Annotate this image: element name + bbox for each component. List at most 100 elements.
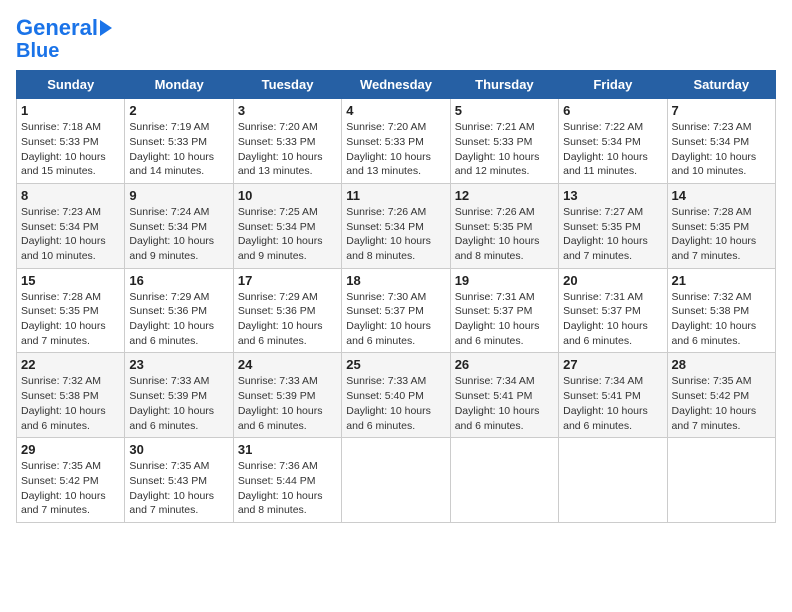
day-info: Sunrise: 7:35 AM Sunset: 5:42 PM Dayligh… xyxy=(672,374,771,433)
calendar-cell: 1 Sunrise: 7:18 AM Sunset: 5:33 PM Dayli… xyxy=(17,99,125,184)
calendar-cell: 12 Sunrise: 7:26 AM Sunset: 5:35 PM Dayl… xyxy=(450,183,558,268)
day-info: Sunrise: 7:26 AM Sunset: 5:35 PM Dayligh… xyxy=(455,205,554,264)
day-info: Sunrise: 7:21 AM Sunset: 5:33 PM Dayligh… xyxy=(455,120,554,179)
day-number: 31 xyxy=(238,442,337,457)
day-number: 5 xyxy=(455,103,554,118)
day-number: 7 xyxy=(672,103,771,118)
day-info: Sunrise: 7:28 AM Sunset: 5:35 PM Dayligh… xyxy=(672,205,771,264)
calendar-cell: 25 Sunrise: 7:33 AM Sunset: 5:40 PM Dayl… xyxy=(342,353,450,438)
day-info: Sunrise: 7:23 AM Sunset: 5:34 PM Dayligh… xyxy=(21,205,120,264)
day-info: Sunrise: 7:27 AM Sunset: 5:35 PM Dayligh… xyxy=(563,205,662,264)
day-info: Sunrise: 7:34 AM Sunset: 5:41 PM Dayligh… xyxy=(563,374,662,433)
logo-text: General xyxy=(16,16,98,40)
day-number: 21 xyxy=(672,273,771,288)
day-number: 22 xyxy=(21,357,120,372)
calendar-cell: 30 Sunrise: 7:35 AM Sunset: 5:43 PM Dayl… xyxy=(125,438,233,523)
day-number: 15 xyxy=(21,273,120,288)
calendar-cell: 26 Sunrise: 7:34 AM Sunset: 5:41 PM Dayl… xyxy=(450,353,558,438)
day-number: 10 xyxy=(238,188,337,203)
calendar-week-row: 8 Sunrise: 7:23 AM Sunset: 5:34 PM Dayli… xyxy=(17,183,776,268)
day-number: 8 xyxy=(21,188,120,203)
day-number: 28 xyxy=(672,357,771,372)
calendar-cell xyxy=(667,438,775,523)
day-number: 26 xyxy=(455,357,554,372)
calendar-cell: 7 Sunrise: 7:23 AM Sunset: 5:34 PM Dayli… xyxy=(667,99,775,184)
day-number: 1 xyxy=(21,103,120,118)
day-number: 11 xyxy=(346,188,445,203)
calendar-week-row: 22 Sunrise: 7:32 AM Sunset: 5:38 PM Dayl… xyxy=(17,353,776,438)
day-number: 30 xyxy=(129,442,228,457)
calendar-cell: 18 Sunrise: 7:30 AM Sunset: 5:37 PM Dayl… xyxy=(342,268,450,353)
calendar-cell: 22 Sunrise: 7:32 AM Sunset: 5:38 PM Dayl… xyxy=(17,353,125,438)
day-info: Sunrise: 7:29 AM Sunset: 5:36 PM Dayligh… xyxy=(238,290,337,349)
day-info: Sunrise: 7:32 AM Sunset: 5:38 PM Dayligh… xyxy=(672,290,771,349)
day-info: Sunrise: 7:30 AM Sunset: 5:37 PM Dayligh… xyxy=(346,290,445,349)
calendar-cell: 27 Sunrise: 7:34 AM Sunset: 5:41 PM Dayl… xyxy=(559,353,667,438)
calendar-cell: 23 Sunrise: 7:33 AM Sunset: 5:39 PM Dayl… xyxy=(125,353,233,438)
day-number: 24 xyxy=(238,357,337,372)
day-number: 25 xyxy=(346,357,445,372)
calendar-cell: 13 Sunrise: 7:27 AM Sunset: 5:35 PM Dayl… xyxy=(559,183,667,268)
calendar-day-header: Tuesday xyxy=(233,71,341,99)
day-info: Sunrise: 7:31 AM Sunset: 5:37 PM Dayligh… xyxy=(455,290,554,349)
day-info: Sunrise: 7:36 AM Sunset: 5:44 PM Dayligh… xyxy=(238,459,337,518)
day-number: 17 xyxy=(238,273,337,288)
calendar-header-row: SundayMondayTuesdayWednesdayThursdayFrid… xyxy=(17,71,776,99)
day-info: Sunrise: 7:33 AM Sunset: 5:39 PM Dayligh… xyxy=(129,374,228,433)
calendar-cell: 16 Sunrise: 7:29 AM Sunset: 5:36 PM Dayl… xyxy=(125,268,233,353)
calendar-cell: 29 Sunrise: 7:35 AM Sunset: 5:42 PM Dayl… xyxy=(17,438,125,523)
page-header: General Blue xyxy=(16,16,776,62)
calendar-cell xyxy=(342,438,450,523)
day-info: Sunrise: 7:28 AM Sunset: 5:35 PM Dayligh… xyxy=(21,290,120,349)
calendar-cell xyxy=(450,438,558,523)
calendar-day-header: Friday xyxy=(559,71,667,99)
calendar-week-row: 29 Sunrise: 7:35 AM Sunset: 5:42 PM Dayl… xyxy=(17,438,776,523)
day-info: Sunrise: 7:25 AM Sunset: 5:34 PM Dayligh… xyxy=(238,205,337,264)
day-number: 29 xyxy=(21,442,120,457)
calendar-cell: 28 Sunrise: 7:35 AM Sunset: 5:42 PM Dayl… xyxy=(667,353,775,438)
day-info: Sunrise: 7:29 AM Sunset: 5:36 PM Dayligh… xyxy=(129,290,228,349)
day-info: Sunrise: 7:24 AM Sunset: 5:34 PM Dayligh… xyxy=(129,205,228,264)
day-info: Sunrise: 7:33 AM Sunset: 5:40 PM Dayligh… xyxy=(346,374,445,433)
day-info: Sunrise: 7:35 AM Sunset: 5:43 PM Dayligh… xyxy=(129,459,228,518)
calendar-day-header: Saturday xyxy=(667,71,775,99)
day-info: Sunrise: 7:26 AM Sunset: 5:34 PM Dayligh… xyxy=(346,205,445,264)
day-info: Sunrise: 7:22 AM Sunset: 5:34 PM Dayligh… xyxy=(563,120,662,179)
calendar-day-header: Monday xyxy=(125,71,233,99)
calendar-cell: 20 Sunrise: 7:31 AM Sunset: 5:37 PM Dayl… xyxy=(559,268,667,353)
logo-arrow-icon xyxy=(100,20,112,36)
day-number: 19 xyxy=(455,273,554,288)
calendar-cell: 6 Sunrise: 7:22 AM Sunset: 5:34 PM Dayli… xyxy=(559,99,667,184)
calendar-cell: 15 Sunrise: 7:28 AM Sunset: 5:35 PM Dayl… xyxy=(17,268,125,353)
day-number: 23 xyxy=(129,357,228,372)
calendar-cell: 2 Sunrise: 7:19 AM Sunset: 5:33 PM Dayli… xyxy=(125,99,233,184)
day-number: 16 xyxy=(129,273,228,288)
day-info: Sunrise: 7:20 AM Sunset: 5:33 PM Dayligh… xyxy=(346,120,445,179)
day-info: Sunrise: 7:31 AM Sunset: 5:37 PM Dayligh… xyxy=(563,290,662,349)
day-info: Sunrise: 7:23 AM Sunset: 5:34 PM Dayligh… xyxy=(672,120,771,179)
day-info: Sunrise: 7:20 AM Sunset: 5:33 PM Dayligh… xyxy=(238,120,337,179)
calendar-cell: 11 Sunrise: 7:26 AM Sunset: 5:34 PM Dayl… xyxy=(342,183,450,268)
logo: General Blue xyxy=(16,16,112,62)
calendar-week-row: 15 Sunrise: 7:28 AM Sunset: 5:35 PM Dayl… xyxy=(17,268,776,353)
calendar-day-header: Sunday xyxy=(17,71,125,99)
day-info: Sunrise: 7:35 AM Sunset: 5:42 PM Dayligh… xyxy=(21,459,120,518)
calendar-cell: 19 Sunrise: 7:31 AM Sunset: 5:37 PM Dayl… xyxy=(450,268,558,353)
day-info: Sunrise: 7:18 AM Sunset: 5:33 PM Dayligh… xyxy=(21,120,120,179)
day-number: 4 xyxy=(346,103,445,118)
day-number: 27 xyxy=(563,357,662,372)
day-number: 12 xyxy=(455,188,554,203)
calendar-cell: 9 Sunrise: 7:24 AM Sunset: 5:34 PM Dayli… xyxy=(125,183,233,268)
calendar-day-header: Wednesday xyxy=(342,71,450,99)
day-number: 2 xyxy=(129,103,228,118)
calendar-cell xyxy=(559,438,667,523)
day-number: 9 xyxy=(129,188,228,203)
calendar-table: SundayMondayTuesdayWednesdayThursdayFrid… xyxy=(16,70,776,523)
calendar-cell: 24 Sunrise: 7:33 AM Sunset: 5:39 PM Dayl… xyxy=(233,353,341,438)
calendar-cell: 21 Sunrise: 7:32 AM Sunset: 5:38 PM Dayl… xyxy=(667,268,775,353)
calendar-cell: 10 Sunrise: 7:25 AM Sunset: 5:34 PM Dayl… xyxy=(233,183,341,268)
day-info: Sunrise: 7:34 AM Sunset: 5:41 PM Dayligh… xyxy=(455,374,554,433)
day-number: 20 xyxy=(563,273,662,288)
calendar-cell: 3 Sunrise: 7:20 AM Sunset: 5:33 PM Dayli… xyxy=(233,99,341,184)
day-number: 13 xyxy=(563,188,662,203)
